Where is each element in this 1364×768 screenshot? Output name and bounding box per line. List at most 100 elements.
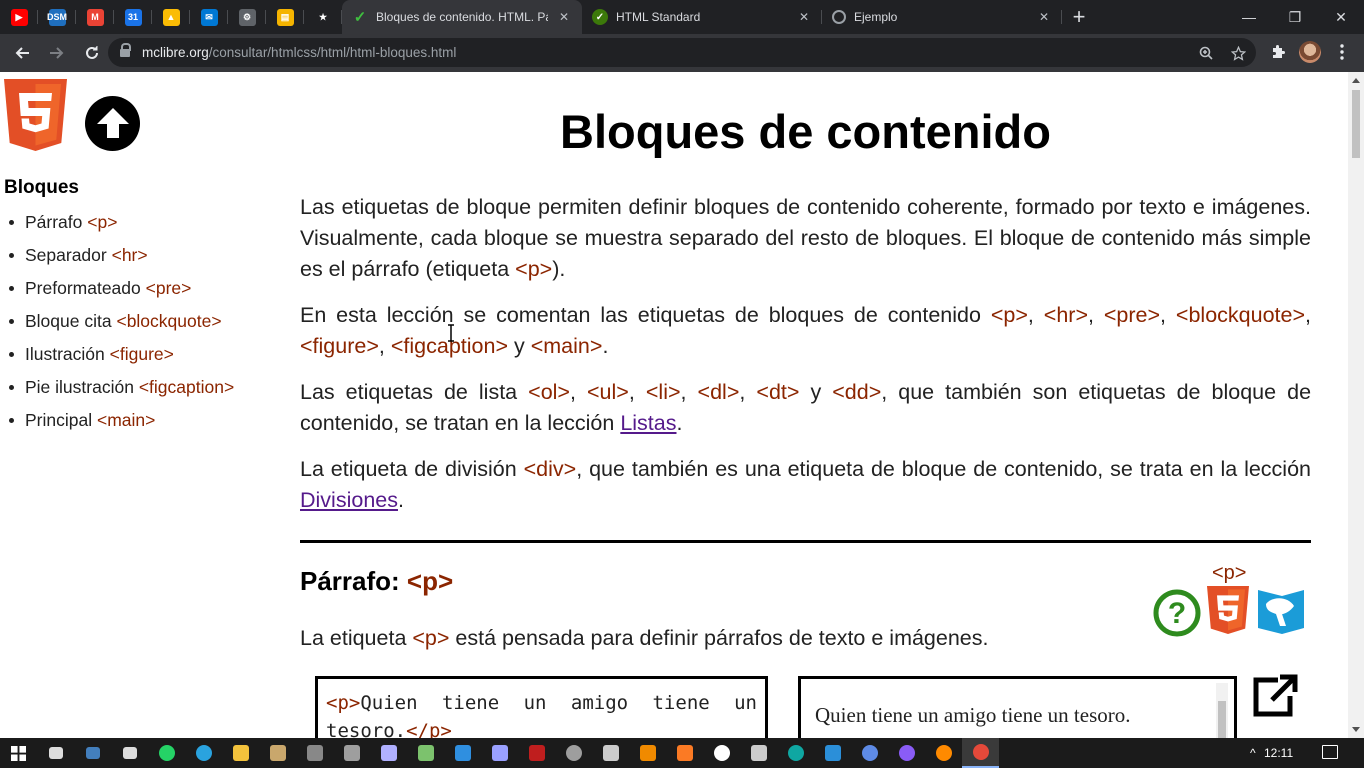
sidebar-item[interactable]: Pie ilustración <figcaption> xyxy=(8,371,234,404)
tag-text: <ul> xyxy=(587,380,629,404)
pinned-tab[interactable]: ⚙ xyxy=(228,0,266,34)
notifications-icon[interactable] xyxy=(1322,745,1338,759)
taskbar-app[interactable] xyxy=(37,738,74,768)
sidebar-item[interactable]: Principal <main> xyxy=(8,404,234,437)
scroll-down-arrow-icon[interactable] xyxy=(1352,727,1360,732)
taskbar-app[interactable] xyxy=(148,738,185,768)
code-tag: </p> xyxy=(406,720,452,738)
forward-button[interactable] xyxy=(41,37,73,69)
section-divider xyxy=(300,540,1311,543)
taskbar-app[interactable] xyxy=(222,738,259,768)
back-to-top-button[interactable] xyxy=(85,96,140,151)
tab-title: HTML Standard xyxy=(616,10,701,24)
close-tab-icon[interactable]: ✕ xyxy=(1036,10,1052,24)
taskbar-app[interactable] xyxy=(814,738,851,768)
sidebar-item-label: Bloque cita xyxy=(25,311,112,331)
pinned-tab[interactable]: ▲ xyxy=(152,0,190,34)
whatwg-icon: ✓ xyxy=(592,9,608,25)
tab-title: Ejemplo xyxy=(854,10,898,24)
back-button[interactable] xyxy=(6,37,38,69)
icons-tag-label: <p> xyxy=(1212,562,1247,584)
extensions-button[interactable] xyxy=(1263,37,1293,67)
example-result: Quien tiene un amigo tiene un tesoro. xyxy=(798,676,1237,738)
text: , que también es una etiqueta de bloque … xyxy=(576,457,1312,481)
taskbar-app[interactable] xyxy=(851,738,888,768)
close-tab-icon[interactable]: ✕ xyxy=(796,10,812,24)
sidebar-item[interactable]: Separador <hr> xyxy=(8,239,234,272)
html5-logo-icon[interactable] xyxy=(4,79,67,151)
clock[interactable]: 12:11 xyxy=(1264,738,1293,768)
tray-chevron-icon[interactable]: ^ xyxy=(1250,738,1256,768)
taskbar-app[interactable] xyxy=(666,738,703,768)
result-scrollbar[interactable] xyxy=(1216,683,1228,738)
code-text: tesoro. xyxy=(326,720,407,738)
browser-tab[interactable]: Ejemplo ✕ xyxy=(822,0,1062,34)
taskbar-app[interactable] xyxy=(888,738,925,768)
sidebar-item[interactable]: Bloque cita <blockquote> xyxy=(8,305,234,338)
taskbar-app[interactable] xyxy=(370,738,407,768)
pinned-tab[interactable]: ▶ xyxy=(0,0,38,34)
taskbar-app[interactable] xyxy=(481,738,518,768)
pinned-tab[interactable]: M xyxy=(76,0,114,34)
sidebar-item[interactable]: Ilustración <figure> xyxy=(8,338,234,371)
notes-icon: ▤ xyxy=(276,8,294,26)
reload-button[interactable] xyxy=(76,37,108,69)
xampp-icon xyxy=(676,745,693,761)
scroll-thumb[interactable] xyxy=(1352,90,1360,158)
pinned-tab[interactable]: DSM xyxy=(38,0,76,34)
sidebar-item-label: Ilustración xyxy=(25,344,105,364)
calendar-icon: 31 xyxy=(124,8,142,26)
restore-button[interactable]: ❐ xyxy=(1272,0,1318,34)
zoom-icon[interactable] xyxy=(1194,41,1218,65)
taskbar-app[interactable] xyxy=(296,738,333,768)
page-title: Bloques de contenido xyxy=(560,105,1051,158)
taskbar-app[interactable] xyxy=(777,738,814,768)
new-tab-button[interactable]: + xyxy=(1062,0,1096,34)
taskbar-app[interactable] xyxy=(74,738,111,768)
pinned-tab[interactable]: ★ xyxy=(304,0,342,34)
page-scrollbar[interactable] xyxy=(1348,72,1364,738)
browser-tab[interactable]: ✓ Bloques de contenido. HTML. Pá ✕ xyxy=(342,0,582,34)
pinned-tab[interactable]: ✉ xyxy=(190,0,228,34)
sidebar-item[interactable]: Preformateado <pre> xyxy=(8,272,234,305)
taskbar-app[interactable] xyxy=(444,738,481,768)
listas-link[interactable]: Listas xyxy=(620,411,676,435)
sync-icon: ⚙ xyxy=(238,8,256,26)
taskbar-app[interactable] xyxy=(407,738,444,768)
taskbar-app[interactable] xyxy=(703,738,740,768)
taskbar-app[interactable] xyxy=(518,738,555,768)
start-button[interactable] xyxy=(0,738,37,768)
bookmark-star-icon[interactable] xyxy=(1226,41,1250,65)
close-window-button[interactable]: ✕ xyxy=(1318,0,1364,34)
taskbar-app[interactable] xyxy=(555,738,592,768)
taskbar-app[interactable] xyxy=(629,738,666,768)
taskbar-app[interactable] xyxy=(333,738,370,768)
text: . xyxy=(602,334,609,358)
tag-text: <dl> xyxy=(697,380,740,404)
scroll-up-arrow-icon[interactable] xyxy=(1352,78,1360,83)
pinned-tab[interactable]: ▤ xyxy=(266,0,304,34)
taskbar-app[interactable] xyxy=(740,738,777,768)
profile-button[interactable] xyxy=(1295,37,1325,67)
taskbar-app[interactable] xyxy=(259,738,296,768)
media-icon xyxy=(713,745,730,761)
taskbar-app[interactable] xyxy=(111,738,148,768)
close-tab-icon[interactable]: ✕ xyxy=(556,10,572,24)
pinned-tab[interactable]: 31 xyxy=(114,0,152,34)
divisiones-link[interactable]: Divisiones xyxy=(300,488,398,512)
taskbar-app[interactable] xyxy=(592,738,629,768)
code-line: <p>Quien tiene un amigo tiene un xyxy=(326,689,757,717)
tag-text: <ol> xyxy=(528,380,570,404)
intro-paragraph: Las etiquetas de bloque permiten definir… xyxy=(300,192,1311,285)
browser-menu-button[interactable] xyxy=(1327,37,1357,67)
sidebar-item[interactable]: Párrafo <p> xyxy=(8,206,234,239)
puzzle-icon xyxy=(1273,45,1285,58)
taskbar-app[interactable] xyxy=(925,738,962,768)
taskbar-app[interactable] xyxy=(962,738,999,768)
open-external-icon[interactable] xyxy=(1250,674,1300,718)
taskbar-app[interactable] xyxy=(185,738,222,768)
address-bar[interactable]: mclibre.org/consultar/htmlcss/html/html-… xyxy=(108,38,1256,67)
browser-tab[interactable]: ✓ HTML Standard ✕ xyxy=(582,0,822,34)
text: Las etiquetas de bloque permiten definir… xyxy=(300,195,1311,281)
minimize-button[interactable]: — xyxy=(1226,0,1272,34)
